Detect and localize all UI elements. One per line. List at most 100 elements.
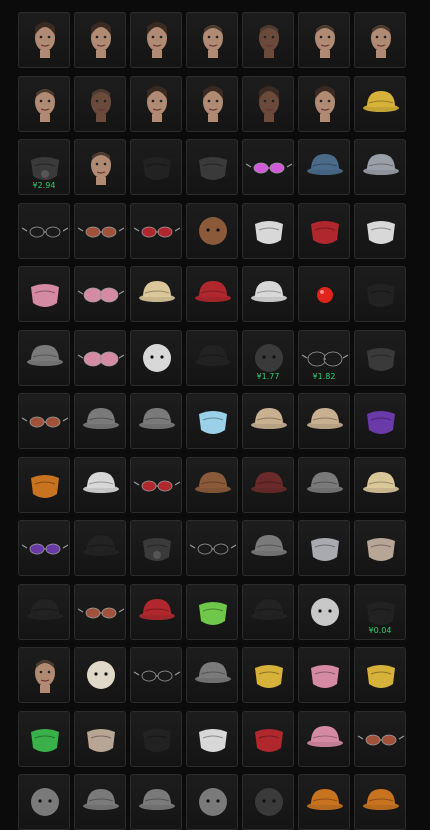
inventory-slot[interactable] bbox=[18, 456, 70, 513]
inventory-slot[interactable] bbox=[242, 710, 294, 767]
inventory-slot[interactable]: ¥1.77 bbox=[242, 329, 294, 386]
inventory-slot[interactable] bbox=[186, 520, 238, 576]
inventory-slot[interactable] bbox=[18, 12, 70, 68]
inventory-slot[interactable] bbox=[242, 774, 294, 830]
inventory-slot[interactable] bbox=[130, 202, 182, 259]
inventory-slot[interactable] bbox=[74, 520, 126, 576]
inventory-slot[interactable] bbox=[186, 139, 238, 195]
inventory-slot[interactable] bbox=[74, 75, 126, 132]
inventory-slot[interactable] bbox=[298, 12, 350, 68]
inventory-slot[interactable] bbox=[242, 266, 294, 322]
inventory-slot[interactable]: ¥0.04 bbox=[354, 583, 406, 640]
inventory-slot[interactable] bbox=[354, 393, 406, 449]
inventory-slot[interactable] bbox=[354, 12, 406, 68]
inventory-slot[interactable]: ¥2.94 bbox=[18, 139, 70, 195]
inventory-slot[interactable] bbox=[354, 774, 406, 830]
red-eye-mask-icon bbox=[255, 728, 283, 752]
steampunk-glasses-icon bbox=[189, 543, 237, 555]
inventory-slot[interactable] bbox=[18, 329, 70, 386]
inventory-slot[interactable] bbox=[298, 266, 350, 322]
inventory-slot[interactable] bbox=[298, 456, 350, 513]
inventory-slot[interactable] bbox=[186, 774, 238, 830]
inventory-slot[interactable] bbox=[130, 583, 182, 640]
bird-mask-icon bbox=[367, 665, 395, 688]
inventory-slot[interactable] bbox=[298, 520, 350, 576]
inventory-slot[interactable] bbox=[130, 12, 182, 68]
inventory-slot[interactable] bbox=[18, 75, 70, 132]
inventory-slot[interactable] bbox=[18, 710, 70, 767]
inventory-slot[interactable] bbox=[354, 647, 406, 703]
inventory-slot[interactable] bbox=[242, 520, 294, 576]
inventory-slot[interactable] bbox=[298, 647, 350, 703]
inventory-slot[interactable] bbox=[186, 12, 238, 68]
inventory-slot[interactable] bbox=[186, 583, 238, 640]
inventory-slot[interactable] bbox=[18, 393, 70, 449]
beanie-icon bbox=[139, 408, 175, 429]
inventory-slot[interactable] bbox=[74, 329, 126, 386]
inventory-slot[interactable] bbox=[74, 583, 126, 640]
inventory-slot[interactable] bbox=[242, 202, 294, 259]
inventory-slot[interactable] bbox=[242, 12, 294, 68]
inventory-slot[interactable] bbox=[298, 774, 350, 830]
inventory-slot[interactable] bbox=[130, 520, 182, 576]
inventory-slot[interactable] bbox=[130, 139, 182, 195]
inventory-slot[interactable] bbox=[298, 710, 350, 767]
inventory-slot[interactable] bbox=[130, 647, 182, 703]
inventory-slot[interactable] bbox=[74, 202, 126, 259]
inventory-slot[interactable] bbox=[186, 456, 238, 513]
inventory-slot[interactable] bbox=[186, 266, 238, 322]
inventory-slot[interactable] bbox=[18, 647, 70, 703]
inventory-slot[interactable]: ¥1.82 bbox=[298, 329, 350, 386]
inventory-slot[interactable] bbox=[18, 520, 70, 576]
inventory-slot[interactable] bbox=[130, 266, 182, 322]
inventory-slot[interactable] bbox=[18, 774, 70, 830]
inventory-slot[interactable] bbox=[186, 329, 238, 386]
inventory-slot[interactable] bbox=[354, 202, 406, 259]
inventory-slot[interactable] bbox=[242, 583, 294, 640]
inventory-slot[interactable] bbox=[354, 520, 406, 576]
inventory-slot[interactable] bbox=[130, 774, 182, 830]
inventory-slot[interactable] bbox=[298, 393, 350, 449]
inventory-slot[interactable] bbox=[18, 202, 70, 259]
inventory-slot[interactable] bbox=[354, 139, 406, 195]
inventory-slot[interactable] bbox=[74, 12, 126, 68]
inventory-slot[interactable] bbox=[74, 710, 126, 767]
bandana-icon bbox=[143, 157, 171, 180]
inventory-slot[interactable] bbox=[242, 139, 294, 195]
inventory-slot[interactable] bbox=[74, 393, 126, 449]
inventory-slot[interactable] bbox=[354, 456, 406, 513]
inventory-slot[interactable] bbox=[18, 266, 70, 322]
inventory-slot[interactable] bbox=[354, 266, 406, 322]
red-sunglasses-icon bbox=[133, 480, 181, 491]
inventory-slot[interactable] bbox=[186, 202, 238, 259]
inventory-slot[interactable] bbox=[74, 266, 126, 322]
inventory-slot[interactable] bbox=[242, 456, 294, 513]
inventory-slot[interactable] bbox=[354, 329, 406, 386]
inventory-slot[interactable] bbox=[74, 139, 126, 195]
inventory-slot[interactable] bbox=[130, 393, 182, 449]
officer-cap-icon bbox=[251, 598, 287, 620]
inventory-slot[interactable] bbox=[186, 75, 238, 132]
inventory-slot[interactable] bbox=[354, 710, 406, 767]
inventory-slot[interactable] bbox=[298, 139, 350, 195]
inventory-slot[interactable] bbox=[74, 647, 126, 703]
inventory-slot[interactable] bbox=[298, 202, 350, 259]
inventory-slot[interactable] bbox=[186, 710, 238, 767]
inventory-slot[interactable] bbox=[130, 75, 182, 132]
inventory-slot[interactable] bbox=[18, 583, 70, 640]
inventory-slot[interactable] bbox=[74, 456, 126, 513]
inventory-slot[interactable] bbox=[130, 456, 182, 513]
inventory-slot[interactable] bbox=[130, 329, 182, 386]
inventory-slot[interactable] bbox=[242, 647, 294, 703]
inventory-slot[interactable] bbox=[186, 647, 238, 703]
inventory-slot[interactable] bbox=[242, 393, 294, 449]
inventory-slot[interactable] bbox=[242, 75, 294, 132]
inventory-slot[interactable] bbox=[298, 75, 350, 132]
inventory-slot[interactable] bbox=[74, 774, 126, 830]
inventory-slot[interactable] bbox=[186, 393, 238, 449]
inventory-slot[interactable] bbox=[298, 583, 350, 640]
inventory-slot[interactable] bbox=[130, 710, 182, 767]
inventory-slot[interactable] bbox=[354, 75, 406, 132]
item-price: ¥0.04 bbox=[368, 625, 392, 635]
fedora-icon bbox=[83, 408, 119, 429]
